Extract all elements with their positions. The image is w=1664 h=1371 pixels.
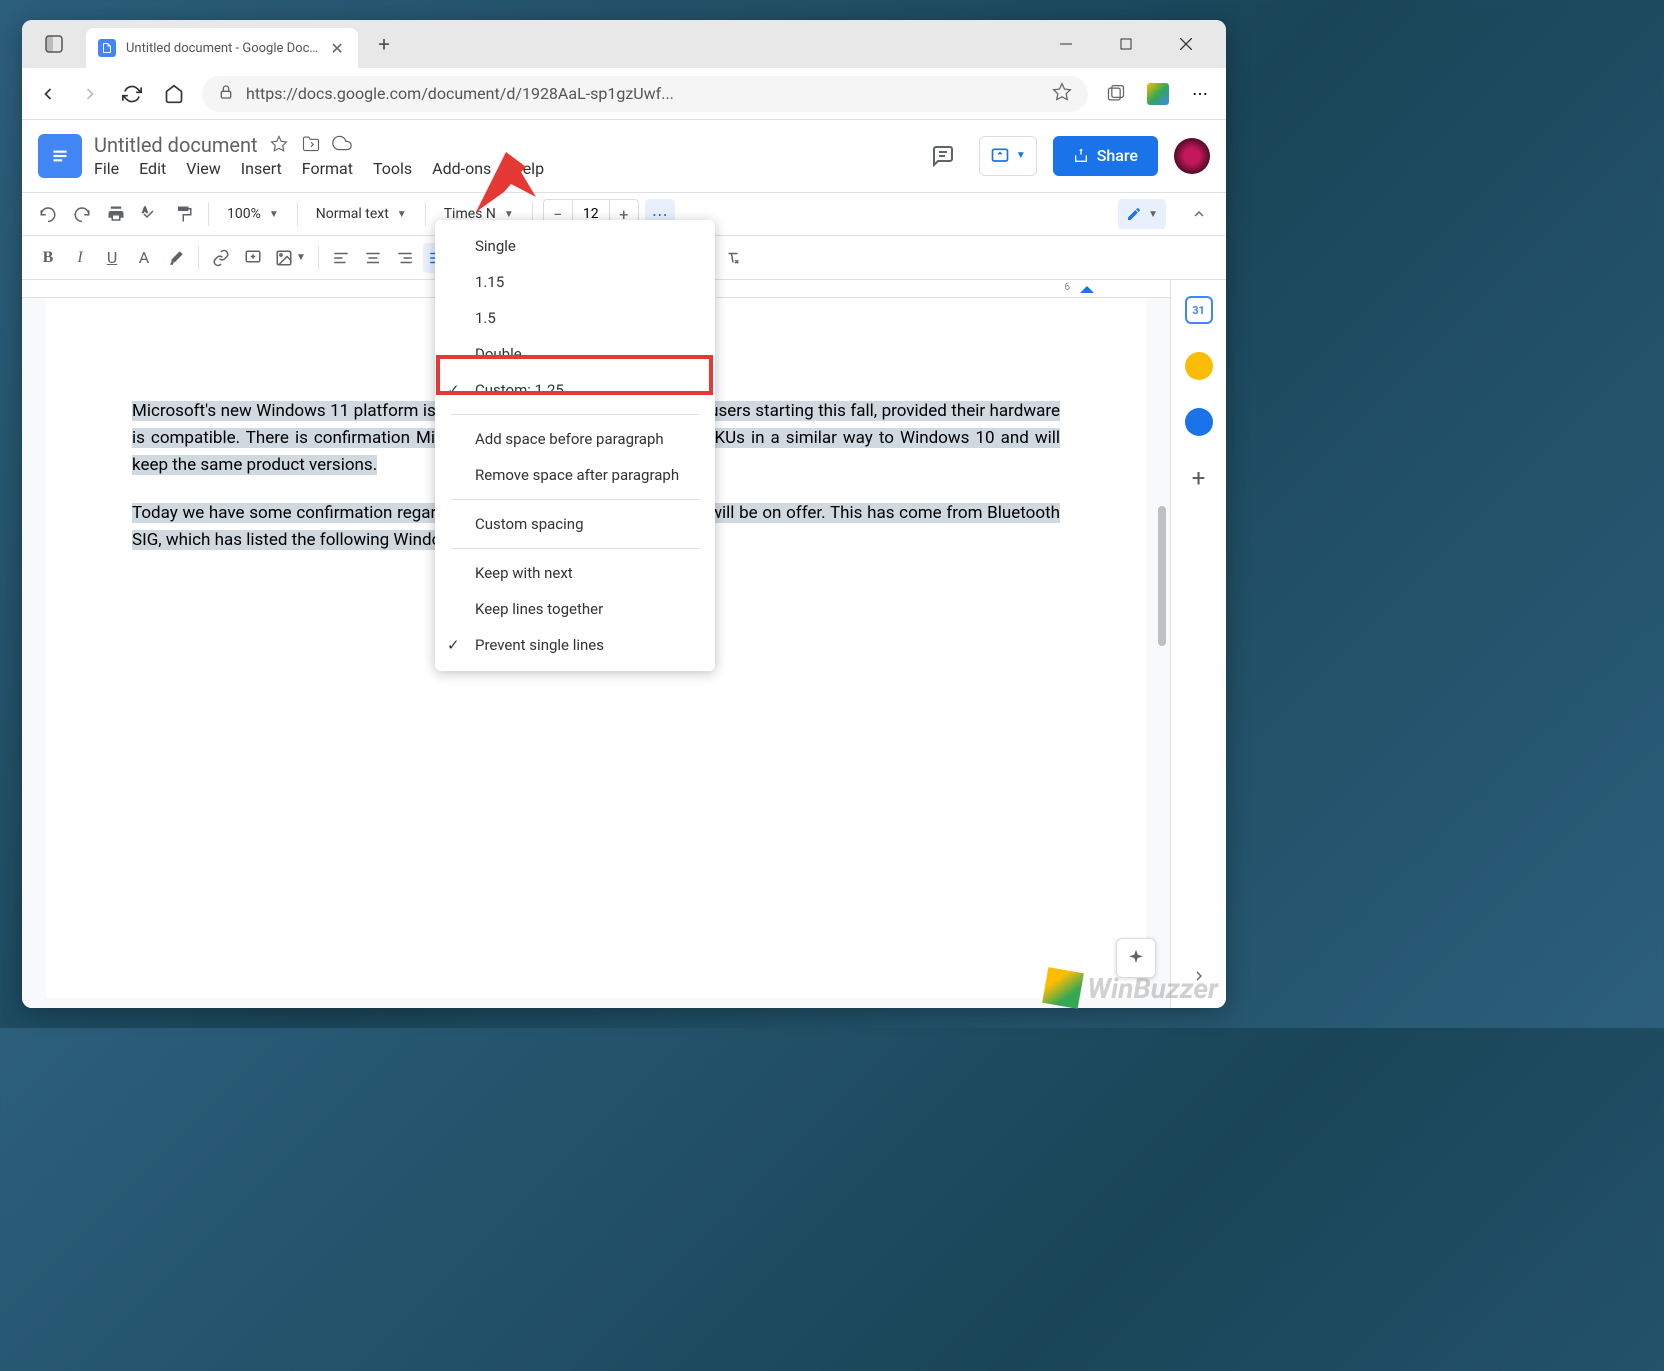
- menu-insert[interactable]: Insert: [241, 159, 282, 178]
- docs-favicon-icon: [98, 39, 116, 57]
- paint-format-button[interactable]: [170, 199, 198, 229]
- image-button[interactable]: ▼: [271, 243, 310, 273]
- menu-view[interactable]: View: [186, 159, 221, 178]
- star-icon[interactable]: [270, 135, 290, 155]
- add-addon-icon[interactable]: +: [1185, 464, 1213, 492]
- header-actions: ▼ Share: [923, 136, 1210, 176]
- document-title[interactable]: Untitled document: [94, 133, 258, 157]
- maximize-button[interactable]: [1110, 28, 1142, 60]
- print-button[interactable]: [102, 199, 130, 229]
- menu-addons[interactable]: Add-ons: [432, 159, 491, 178]
- clear-format-button[interactable]: [719, 243, 747, 273]
- custom-spacing[interactable]: Custom spacing: [435, 506, 715, 542]
- link-button[interactable]: [207, 243, 235, 273]
- extension-icon[interactable]: [1144, 80, 1172, 108]
- spacing-single[interactable]: Single: [435, 228, 715, 264]
- align-center-button[interactable]: [359, 243, 387, 273]
- address-bar-row: https://docs.google.com/document/d/1928A…: [22, 68, 1226, 120]
- keep-lines-together[interactable]: Keep lines together: [435, 591, 715, 627]
- spacing-1-5[interactable]: 1.5: [435, 300, 715, 336]
- watermark-logo-icon: [1042, 967, 1084, 1009]
- keep-with-next[interactable]: Keep with next: [435, 555, 715, 591]
- undo-button[interactable]: [34, 199, 62, 229]
- spacing-custom-current[interactable]: ✓Custom: 1.25: [435, 372, 715, 408]
- editing-mode-button[interactable]: ▼: [1118, 199, 1166, 229]
- remove-space-after[interactable]: Remove space after paragraph: [435, 457, 715, 493]
- address-bar[interactable]: https://docs.google.com/document/d/1928A…: [202, 76, 1088, 112]
- user-avatar[interactable]: [1174, 138, 1210, 174]
- window-controls: [1050, 28, 1218, 60]
- browser-titlebar: Untitled document - Google Doc… ✕ +: [22, 20, 1226, 68]
- present-button[interactable]: ▼: [979, 136, 1037, 176]
- menu-file[interactable]: File: [94, 159, 119, 178]
- tasks-icon[interactable]: [1185, 408, 1213, 436]
- new-tab-button[interactable]: +: [370, 30, 398, 58]
- favorite-icon[interactable]: [1052, 82, 1072, 106]
- menu-tools[interactable]: Tools: [373, 159, 412, 178]
- docs-logo-icon[interactable]: [38, 134, 82, 178]
- menu-format[interactable]: Format: [302, 159, 353, 178]
- tab-close-icon[interactable]: ✕: [328, 39, 346, 57]
- comment-button[interactable]: [239, 243, 267, 273]
- menu-help[interactable]: Help: [511, 159, 544, 178]
- redo-button[interactable]: [68, 199, 96, 229]
- highlight-button[interactable]: [162, 243, 190, 273]
- text-color-button[interactable]: A: [130, 243, 158, 273]
- tab-title: Untitled document - Google Doc…: [126, 41, 318, 56]
- keep-icon[interactable]: [1185, 352, 1213, 380]
- zoom-select[interactable]: 100%▼: [219, 199, 287, 229]
- browser-tab[interactable]: Untitled document - Google Doc… ✕: [86, 28, 358, 68]
- italic-button[interactable]: I: [66, 243, 94, 273]
- minimize-button[interactable]: [1050, 28, 1082, 60]
- prevent-single-lines[interactable]: ✓Prevent single lines: [435, 627, 715, 663]
- underline-button[interactable]: U: [98, 243, 126, 273]
- share-button[interactable]: Share: [1053, 136, 1158, 176]
- close-window-button[interactable]: [1170, 28, 1202, 60]
- check-icon: ✓: [447, 636, 460, 654]
- lock-icon: [218, 84, 234, 104]
- home-button[interactable]: [160, 80, 188, 108]
- vertical-scrollbar[interactable]: [1156, 506, 1168, 906]
- check-icon: ✓: [447, 381, 460, 399]
- spacing-1-15[interactable]: 1.15: [435, 264, 715, 300]
- calendar-icon[interactable]: 31: [1185, 296, 1213, 324]
- doc-title-area: Untitled document File Edit View Insert …: [94, 133, 544, 178]
- cloud-status-icon[interactable]: [332, 133, 352, 157]
- tab-overview-icon[interactable]: [38, 28, 70, 60]
- forward-button[interactable]: [76, 80, 104, 108]
- collections-icon[interactable]: [1102, 80, 1130, 108]
- svg-text:A: A: [143, 206, 148, 215]
- browser-menu-icon[interactable]: ⋯: [1186, 80, 1214, 108]
- docs-header: Untitled document File Edit View Insert …: [22, 120, 1226, 192]
- collapse-toolbar-button[interactable]: [1184, 199, 1214, 229]
- comments-button[interactable]: [923, 136, 963, 176]
- style-select[interactable]: Normal text▼: [308, 199, 415, 229]
- add-space-before[interactable]: Add space before paragraph: [435, 421, 715, 457]
- line-spacing-menu: Single 1.15 1.5 Double ✓Custom: 1.25 Add…: [435, 220, 715, 671]
- side-panel: 31 +: [1170, 280, 1226, 1008]
- menu-edit[interactable]: Edit: [139, 159, 166, 178]
- bold-button[interactable]: B: [34, 243, 62, 273]
- menu-bar: File Edit View Insert Format Tools Add-o…: [94, 159, 544, 178]
- align-right-button[interactable]: [391, 243, 419, 273]
- back-button[interactable]: [34, 80, 62, 108]
- url-text: https://docs.google.com/document/d/1928A…: [246, 84, 1040, 103]
- reload-button[interactable]: [118, 80, 146, 108]
- spellcheck-button[interactable]: A: [136, 199, 164, 229]
- watermark: WinBuzzer: [1045, 970, 1218, 1006]
- spacing-double[interactable]: Double: [435, 336, 715, 372]
- move-icon[interactable]: [302, 134, 320, 156]
- align-left-button[interactable]: [327, 243, 355, 273]
